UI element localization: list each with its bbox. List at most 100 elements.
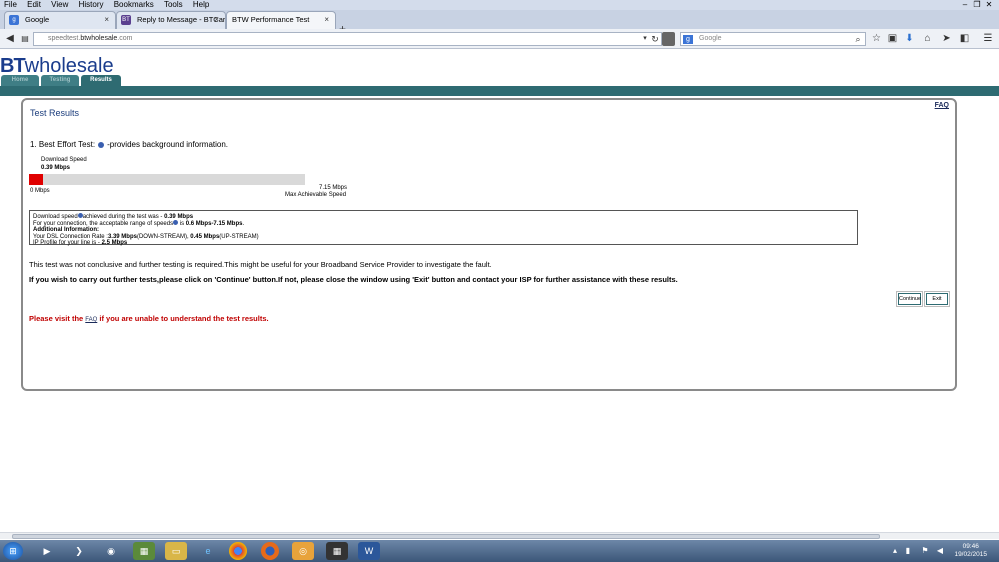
- menu-help[interactable]: Help: [189, 0, 213, 10]
- clock[interactable]: 09:46 19/02/2015: [954, 543, 987, 559]
- acceptable-range: 0.6 Mbps-7.15 Mbps: [185, 221, 243, 228]
- app-icon-2[interactable]: ◎: [292, 542, 314, 560]
- restore-icon[interactable]: ❐: [971, 0, 983, 9]
- bookmark-star-icon[interactable]: ☆: [870, 32, 883, 46]
- taskbar: ⊞ ▶ ❯ ◉ ▦ ▭ e ◎ ▦ W ▴ ▮ ⚑ ◀ 09:46 19/02/…: [0, 540, 999, 562]
- reload-icon[interactable]: ↻: [650, 32, 660, 46]
- google-icon: g: [9, 15, 19, 25]
- nav-tab-testing[interactable]: Testing: [41, 75, 79, 86]
- media-player-icon[interactable]: ▶: [36, 542, 58, 560]
- close-tab-icon[interactable]: ×: [324, 12, 329, 28]
- network-icon[interactable]: ◉: [100, 542, 122, 560]
- menu-bar: File Edit View History Bookmarks Tools H…: [0, 0, 999, 10]
- text: (UP-STREAM): [219, 233, 259, 240]
- chrome-icon[interactable]: [229, 542, 247, 560]
- window-controls: – ❐ ✕: [959, 0, 995, 9]
- home-icon[interactable]: ⌂: [921, 32, 934, 46]
- nav-tab-results[interactable]: Results: [81, 75, 121, 86]
- back-icon[interactable]: ◀: [3, 32, 17, 46]
- info-line-1: Download speed achieved during the test w…: [33, 213, 854, 220]
- close-tab-icon[interactable]: ×: [104, 12, 109, 28]
- info-icon[interactable]: [98, 141, 105, 148]
- system-tray-icon[interactable]: ▴: [890, 542, 900, 560]
- tab-title: BTW Performance Test: [232, 15, 310, 24]
- info-line-2: For your connection, the acceptable rang…: [33, 220, 854, 227]
- upstream-rate: 0.45 Mbps: [190, 233, 220, 240]
- send-icon[interactable]: ➤: [940, 32, 953, 46]
- additional-info-heading: Additional Information:: [33, 227, 99, 234]
- download-speed-label: Download Speed: [41, 157, 87, 163]
- continue-button[interactable]: Continue: [896, 291, 923, 307]
- tab-title: Google: [25, 15, 50, 24]
- dropdown-icon[interactable]: ▾: [641, 32, 649, 46]
- close-tab-icon[interactable]: ×: [214, 12, 219, 28]
- download-speed-result: 0.39 Mbps: [164, 214, 194, 220]
- tab-btcare[interactable]: BT Reply to Message - BTCare... ×: [116, 11, 226, 29]
- text: achieved during the test was -: [82, 214, 165, 220]
- downstream-rate: 3.39 Mbps: [107, 233, 137, 240]
- tab-bar: g Google × BT Reply to Message - BTCare.…: [0, 10, 999, 36]
- horizontal-scrollbar[interactable]: [0, 532, 999, 539]
- text: Download speed: [33, 214, 78, 220]
- minimize-icon[interactable]: –: [959, 0, 971, 9]
- faq-notice: Please visit the FAQ if you are unable t…: [29, 314, 269, 323]
- best-effort-label: 1. Best Effort Test:: [30, 140, 96, 149]
- results-panel: FAQ Test Results 1. Best Effort Test: -pr…: [21, 98, 957, 391]
- bookmarks-menu-icon[interactable]: ▣: [886, 32, 899, 46]
- further-tests-text: If you wish to carry out further tests,p…: [29, 275, 678, 284]
- scrollbar-thumb[interactable]: [12, 534, 880, 539]
- tab-btw-performance[interactable]: BTW Performance Test ×: [226, 11, 336, 29]
- app-icon[interactable]: ▦: [133, 542, 155, 560]
- bt-wholesale-logo: BTwholesale: [0, 56, 114, 76]
- close-window-icon[interactable]: ✕: [983, 0, 995, 9]
- addon-icon[interactable]: [662, 32, 675, 46]
- menu-bookmarks[interactable]: Bookmarks: [110, 0, 158, 10]
- download-icon[interactable]: ⬇: [903, 32, 916, 46]
- bar-max-caption: Max Achievable Speed: [285, 192, 347, 198]
- hamburger-menu-icon[interactable]: ☰: [981, 32, 995, 46]
- faq-link[interactable]: FAQ: [935, 102, 949, 109]
- volume-icon[interactable]: ◀: [935, 542, 945, 560]
- search-input[interactable]: Google: [680, 32, 866, 46]
- menu-view[interactable]: View: [47, 0, 72, 10]
- signal-icon[interactable]: ▮: [903, 542, 913, 560]
- text: IP Profile for your line is -: [33, 239, 102, 246]
- text: .: [242, 221, 245, 228]
- bookmarks-list-icon[interactable]: ▤: [18, 32, 32, 46]
- folder-icon[interactable]: ▭: [165, 542, 187, 560]
- url-field[interactable]: speedtest.btwholesale.com: [33, 32, 662, 46]
- tab-title: Reply to Message - BTCare...: [137, 15, 226, 24]
- url-suffix: .com: [117, 35, 133, 42]
- nav-tab-home[interactable]: Home: [1, 75, 39, 86]
- menu-edit[interactable]: Edit: [23, 0, 45, 10]
- speed-bar-fill: [29, 174, 43, 185]
- text: (DOWN-STREAM),: [136, 233, 191, 240]
- clock-date: 19/02/2015: [954, 551, 987, 558]
- tab-google[interactable]: g Google ×: [4, 11, 116, 29]
- calculator-icon[interactable]: ▦: [326, 542, 348, 560]
- start-icon[interactable]: ⊞: [3, 542, 23, 560]
- flag-icon[interactable]: ⚑: [920, 542, 930, 560]
- best-effort-description: -provides background information.: [107, 140, 229, 149]
- faq-inline-link[interactable]: FAQ: [85, 317, 97, 323]
- search-icon[interactable]: ⌕: [853, 32, 863, 46]
- menu-history[interactable]: History: [75, 0, 108, 10]
- search-engine-icon[interactable]: g: [683, 35, 693, 44]
- pocket-icon[interactable]: ◧: [958, 32, 971, 46]
- word-icon[interactable]: W: [358, 542, 380, 560]
- bt-icon: BT: [121, 15, 131, 25]
- ie-icon[interactable]: e: [197, 542, 219, 560]
- firefox-icon[interactable]: [261, 542, 279, 560]
- nav-strip: [0, 86, 999, 96]
- navigation-bar: ◀ ▤ speedtest.btwholesale.com ▾ ↻ Google…: [0, 29, 999, 49]
- text: Please visit the: [29, 314, 86, 323]
- logo-bold: BT: [0, 55, 26, 77]
- url-domain: btwholesale: [80, 35, 118, 42]
- info-box: Download speed achieved during the test w…: [29, 210, 858, 246]
- url-prefix: speedtest.: [48, 35, 81, 42]
- speed-bar: [29, 174, 305, 185]
- menu-tools[interactable]: Tools: [160, 0, 187, 10]
- exit-button[interactable]: Exit: [924, 291, 950, 307]
- menu-file[interactable]: File: [0, 0, 21, 10]
- powershell-icon[interactable]: ❯: [68, 542, 90, 560]
